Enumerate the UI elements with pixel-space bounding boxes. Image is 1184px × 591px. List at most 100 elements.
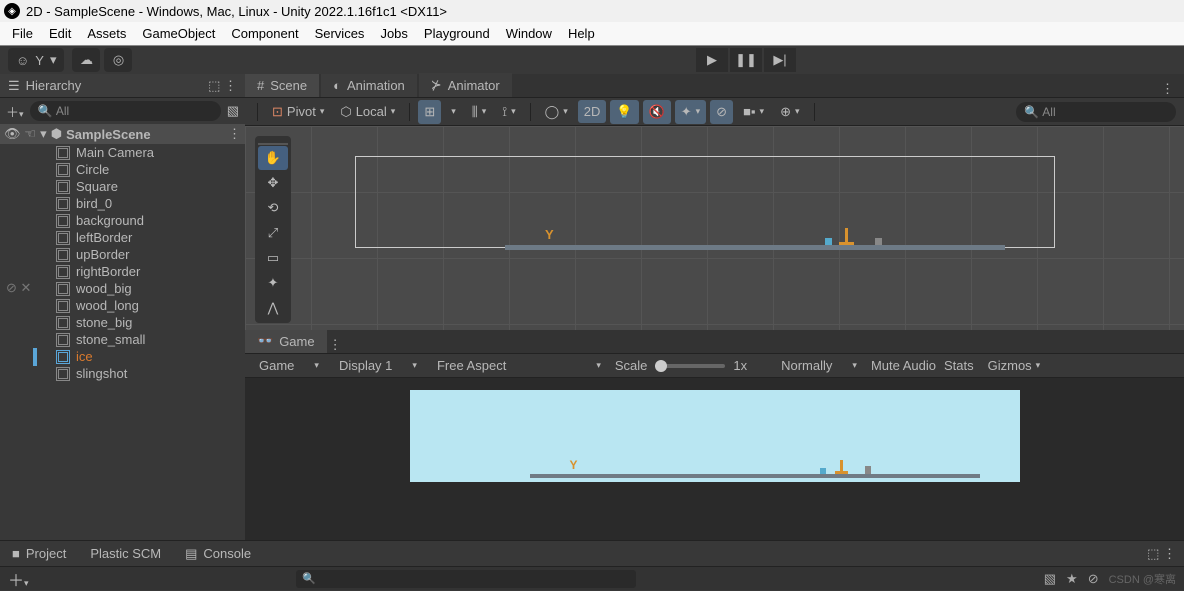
menu-jobs[interactable]: Jobs [372, 23, 415, 44]
hierarchy-item-bird-0[interactable]: bird_0 [0, 195, 245, 212]
camera-toggle[interactable]: ■▪▾ [737, 100, 770, 123]
tab-plastic-scm[interactable]: Plastic SCM [86, 543, 165, 564]
cloud-button[interactable]: ☁ [72, 48, 100, 72]
hierarchy-item-wood-long[interactable]: wood_long [0, 297, 245, 314]
audio-toggle[interactable]: 🔇 [643, 100, 671, 124]
hierarchy-item-slingshot[interactable]: slingshot [0, 365, 245, 382]
ground-object[interactable] [505, 245, 1005, 250]
kebab-icon[interactable]: ⋮ [1163, 546, 1176, 561]
filter-icon[interactable]: ▧ [227, 103, 239, 119]
menu-edit[interactable]: Edit [41, 23, 79, 44]
slider-knob[interactable] [655, 360, 667, 372]
mute-audio-toggle[interactable]: Mute Audio [871, 358, 936, 373]
lighting-toggle[interactable]: 💡 [610, 100, 638, 124]
filter-icon[interactable]: ▧ [1044, 571, 1056, 587]
hierarchy-item-circle[interactable]: Circle [0, 161, 245, 178]
fx-icon: ✦ [681, 104, 692, 120]
hierarchy-item-square[interactable]: Square [0, 178, 245, 195]
tab-animator[interactable]: ⊁Animator [419, 73, 512, 97]
hierarchy-item-wood-big[interactable]: wood_big [0, 280, 245, 297]
scale-tool[interactable]: ⤢ [258, 221, 288, 245]
hierarchy-item-ice[interactable]: ice [0, 348, 245, 365]
menu-gameobject[interactable]: GameObject [134, 23, 223, 44]
tab-overflow[interactable]: ⋮ [1151, 81, 1184, 97]
snap-increment[interactable]: ⫼▾ [466, 100, 493, 124]
hierarchy-item-rightborder[interactable]: rightBorder [0, 263, 245, 280]
play-button[interactable]: ▶ [696, 48, 728, 72]
menu-help[interactable]: Help [560, 23, 603, 44]
menu-window[interactable]: Window [498, 23, 560, 44]
move-tool[interactable]: ✥ [258, 171, 288, 195]
tab-scene[interactable]: #Scene [245, 74, 319, 97]
game-mode-dropdown[interactable]: Game▾ [253, 356, 325, 375]
hierarchy-item-stone-big[interactable]: stone_big [0, 314, 245, 331]
hierarchy-item-upborder[interactable]: upBorder [0, 246, 245, 263]
hidden-icon[interactable]: ⊘ [1088, 571, 1099, 587]
hierarchy-item-label: ice [76, 349, 93, 364]
menu-component[interactable]: Component [223, 23, 306, 44]
scene-search[interactable]: 🔍 All [1016, 102, 1176, 122]
add-button[interactable]: ＋▾ [6, 102, 24, 121]
hierarchy-item-main camera[interactable]: Main Camera [0, 144, 245, 161]
pickable-icon[interactable]: ☜ [25, 126, 37, 142]
fx-toggle[interactable]: ✦▾ [675, 100, 706, 124]
transform-tool[interactable]: ✦ [258, 271, 288, 295]
favorite-icon[interactable]: ★ [1066, 571, 1078, 587]
pickable-off-icon[interactable]: ✕ [21, 280, 32, 295]
tab-overflow[interactable]: ⋮ [329, 337, 342, 353]
hand-tool[interactable]: ✋ [258, 146, 288, 170]
rotate-tool[interactable]: ⟲ [258, 196, 288, 220]
grid-snap-button[interactable]: ⊞ [418, 100, 441, 124]
step-button[interactable]: ▶| [764, 48, 796, 72]
scene-root[interactable]: 👁 ☜ ▾ ⬢ SampleScene ⋮ [0, 124, 245, 144]
menu-file[interactable]: File [4, 23, 41, 44]
scene-object[interactable] [839, 242, 854, 245]
add-button[interactable]: ＋▾ [8, 567, 29, 591]
mode-2d-toggle[interactable]: 2D [578, 100, 607, 123]
aspect-dropdown[interactable]: Free Aspect▾ [431, 356, 607, 375]
kebab-icon[interactable]: ⋮ [224, 78, 237, 94]
tab-project[interactable]: ■Project [8, 543, 70, 564]
lock-icon[interactable]: ⬚ [1147, 546, 1159, 561]
tab-game[interactable]: 👓Game [245, 329, 327, 353]
tab-console[interactable]: ▤Console [181, 543, 255, 565]
scene-view[interactable]: Y ✋ ✥ ⟲ ⤢ ▭ ✦ ⋀ [245, 126, 1184, 330]
draw-mode[interactable]: ◯▾ [539, 100, 574, 124]
menu-playground[interactable]: Playground [416, 23, 498, 44]
account-button[interactable]: ☺ Y ▾ [8, 48, 64, 72]
scene-object-stone[interactable] [875, 238, 882, 245]
custom-tool[interactable]: ⋀ [258, 296, 288, 320]
pivot-toggle[interactable]: ⊡Pivot ▾ [266, 100, 330, 124]
menu-assets[interactable]: Assets [79, 23, 134, 44]
visibility-icon[interactable]: 👁 [4, 126, 21, 142]
scene-object-ice[interactable] [825, 238, 832, 245]
hidden-toggle[interactable]: ⊘ [710, 100, 733, 124]
hierarchy-search[interactable]: 🔍 All [30, 101, 221, 121]
overlay-handle[interactable] [258, 139, 288, 145]
hierarchy-item-stone-small[interactable]: stone_small [0, 331, 245, 348]
scene-object[interactable] [845, 228, 848, 242]
gizmo-toggle[interactable]: ⊕▾ [774, 100, 805, 124]
gizmos-dropdown[interactable]: Gizmos▾ [982, 356, 1047, 375]
scale-slider[interactable] [655, 364, 725, 368]
stats-toggle[interactable]: Stats [944, 358, 974, 373]
rect-tool[interactable]: ▭ [258, 246, 288, 270]
hierarchy-item-leftborder[interactable]: leftBorder [0, 229, 245, 246]
ruler-button[interactable]: ⟟▾ [496, 100, 521, 124]
lock-icon[interactable]: ⬚ [208, 78, 220, 94]
hierarchy-item-background[interactable]: background [0, 212, 245, 229]
menu-services[interactable]: Services [307, 23, 373, 44]
snap-dropdown[interactable]: ▾ [445, 102, 462, 121]
kebab-icon[interactable]: ⋮ [228, 126, 241, 141]
expand-icon[interactable]: ▾ [40, 126, 47, 142]
focus-dropdown[interactable]: Normally▾ [775, 356, 863, 375]
hidden-icon[interactable]: ⊘ [6, 280, 17, 295]
pause-button[interactable]: ❚❚ [730, 48, 762, 72]
game-canvas[interactable]: Y [410, 390, 1020, 482]
local-toggle[interactable]: ⬡Local ▾ [334, 100, 401, 124]
project-search[interactable]: 🔍 [296, 570, 636, 588]
display-dropdown[interactable]: Display 1▾ [333, 356, 423, 375]
game-toolbar: Game▾ Display 1▾ Free Aspect▾ Scale 1x N… [245, 354, 1184, 378]
tab-animation[interactable]: ◐Animation [321, 74, 417, 97]
unity-hub-button[interactable]: ◎ [104, 48, 132, 72]
